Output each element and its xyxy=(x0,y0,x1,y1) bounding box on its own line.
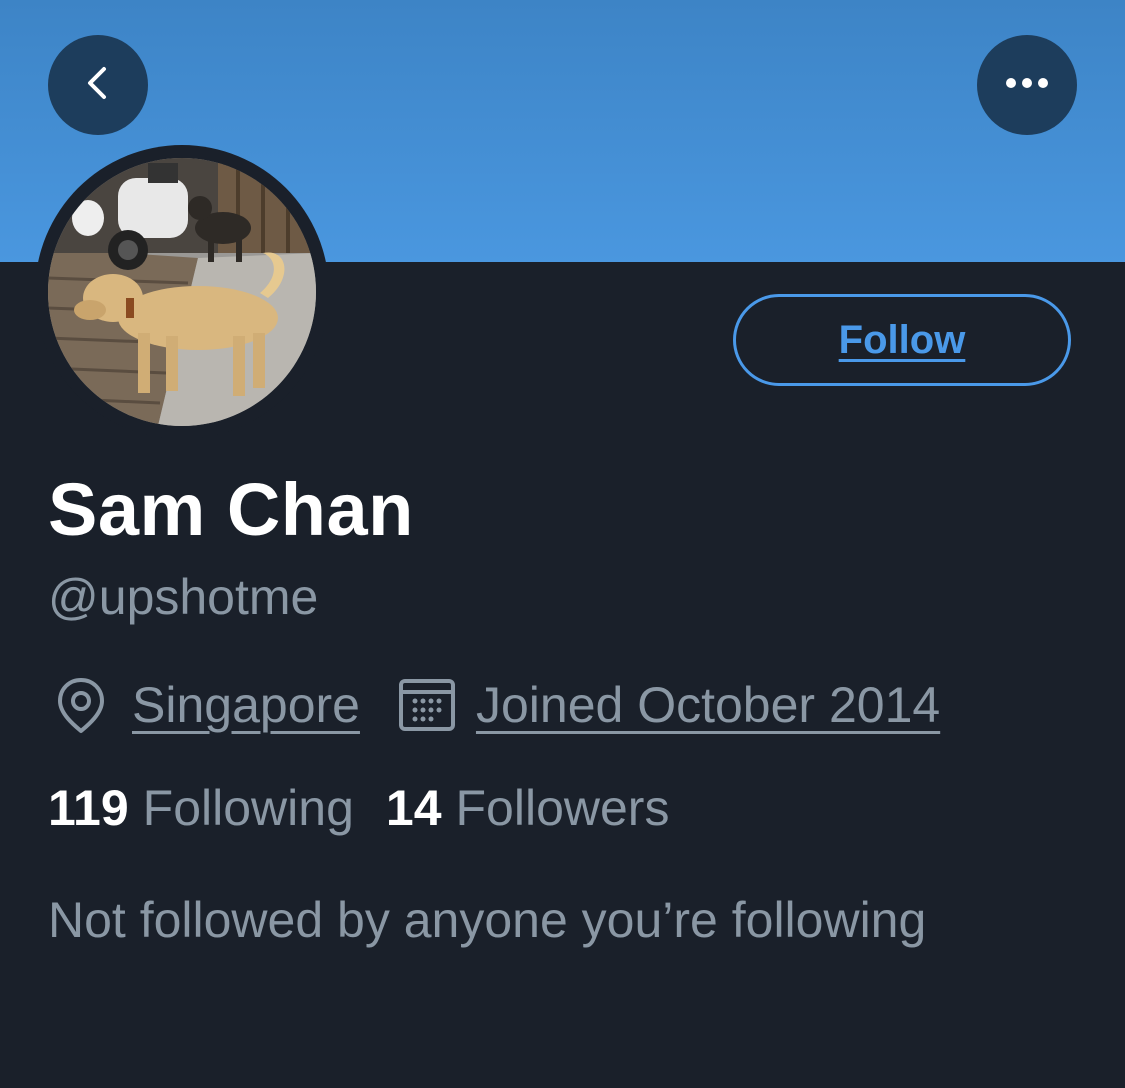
following-count: 119 xyxy=(48,780,129,836)
follow-button-label: Follow xyxy=(838,317,966,362)
followers-count: 14 xyxy=(385,780,442,836)
chevron-left-icon xyxy=(78,63,118,108)
profile-stats: 119 Following 14 Followers xyxy=(48,778,669,838)
more-options-button[interactable] xyxy=(977,35,1077,135)
back-button[interactable] xyxy=(48,35,148,135)
profile-handle: @upshotme xyxy=(48,569,319,625)
avatar-container[interactable] xyxy=(35,145,329,439)
profile-location-link[interactable]: Singapore xyxy=(132,675,360,735)
profile-meta: Singapore Joined October 2014 xyxy=(52,672,940,738)
follow-button[interactable]: Follow xyxy=(733,294,1071,386)
calendar-icon xyxy=(398,676,456,734)
profile-page: Follow Sam Chan @upshotme Singapore Join… xyxy=(0,0,1125,1088)
avatar[interactable] xyxy=(48,158,316,426)
more-horizontal-icon xyxy=(1005,76,1049,94)
profile-joined-date[interactable]: Joined October 2014 xyxy=(476,675,940,735)
followers-stat[interactable]: 14 Followers xyxy=(386,778,670,838)
following-label: Following xyxy=(142,780,354,836)
profile-display-name: Sam Chan xyxy=(48,468,414,551)
following-stat[interactable]: 119 Following xyxy=(48,778,354,838)
mutual-followers-text: Not followed by anyone you’re following xyxy=(48,892,927,948)
followers-label: Followers xyxy=(455,780,670,836)
location-pin-icon xyxy=(52,676,110,734)
